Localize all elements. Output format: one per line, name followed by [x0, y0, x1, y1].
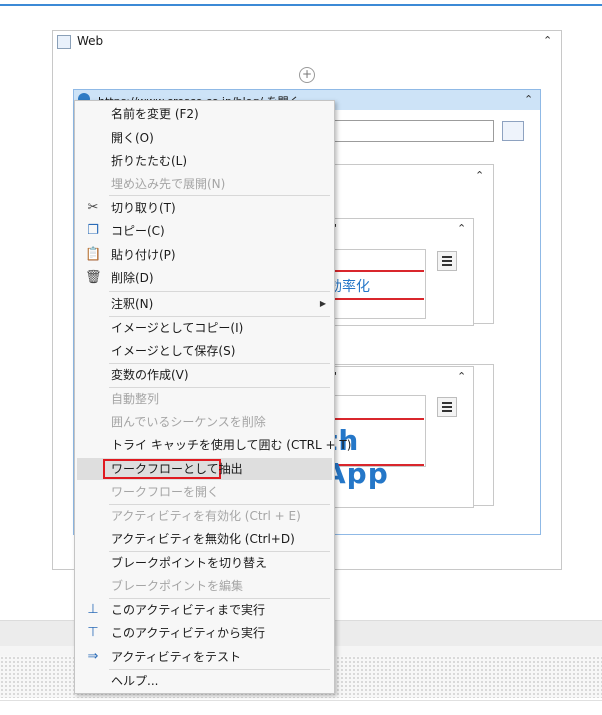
- menu-item-auto-arrange: 自動整列: [111, 392, 160, 406]
- menu-item-copy[interactable]: ❐ コピー(C): [77, 220, 332, 242]
- collapse-chevron-icon[interactable]: ⌃: [457, 222, 466, 235]
- sequence-title: Web: [77, 34, 104, 48]
- menu-item-cut[interactable]: ✂ 切り取り(T): [77, 197, 332, 219]
- menu-item-disable-activity[interactable]: アクティビティを無効化 (Ctrl+D): [77, 528, 332, 550]
- menu-item-extract-as-workflow[interactable]: ワークフローとして抽出: [77, 458, 332, 480]
- menu-item-edit-breakpoint: ブレークポイントを編集: [111, 579, 244, 593]
- add-activity-plus-icon[interactable]: +: [299, 67, 315, 83]
- menu-icon[interactable]: [437, 251, 457, 271]
- menu-item-delete[interactable]: 🗑 削除(D): [77, 267, 332, 289]
- submenu-arrow-icon: ▶: [319, 299, 326, 308]
- menu-item-open[interactable]: 開く(O): [77, 127, 332, 149]
- collapse-chevron-icon[interactable]: ⌃: [543, 34, 552, 47]
- menu-item-copy-as-image[interactable]: イメージとしてコピー(I): [77, 317, 332, 339]
- url-input[interactable]: [332, 120, 494, 142]
- menu-item-create-variable[interactable]: 変数の作成(V): [77, 364, 332, 386]
- menu-item-expand-in-place: 埋め込み先で展開(N): [111, 177, 226, 191]
- menu-item-test-activity[interactable]: ⇒ アクティビティをテスト: [77, 646, 332, 668]
- menu-item-surround-try-catch[interactable]: トライ キャッチを使用して囲む (CTRL + T): [77, 434, 351, 456]
- copy-icon: ❐: [87, 223, 99, 238]
- menu-item-save-as-image[interactable]: イメージとして保存(S): [77, 340, 332, 362]
- context-menu: 名前を変更 (F2) 開く(O) 折りたたむ(L) 埋め込み先で展開(N) ✂ 切…: [74, 100, 351, 694]
- menu-item-run-to-activity[interactable]: ⊥ このアクティビティまで実行: [77, 599, 332, 621]
- collapse-chevron-icon[interactable]: ⌃: [457, 370, 466, 383]
- paste-icon: 📋: [85, 247, 102, 262]
- scissors-icon: ✂: [87, 200, 99, 215]
- run-to-icon: ⊥: [87, 602, 99, 617]
- browser-picker-button[interactable]: [502, 121, 524, 141]
- status-bar: [0, 700, 602, 715]
- menu-item-run-from-activity[interactable]: ⊤ このアクティビティから実行: [77, 622, 332, 644]
- trash-icon: 🗑: [85, 270, 102, 285]
- menu-item-paste[interactable]: 📋 貼り付け(P): [77, 244, 332, 266]
- menu-item-open-workflow: ワークフローを開く: [111, 485, 220, 499]
- menu-item-rename[interactable]: 名前を変更 (F2): [77, 103, 332, 125]
- menu-icon[interactable]: [437, 397, 457, 417]
- test-activity-icon: ⇒: [87, 649, 99, 664]
- preview-highlight-1: 効率化: [320, 270, 424, 300]
- menu-item-enable-activity: アクティビティを有効化 (Ctrl + E): [111, 509, 301, 523]
- menu-item-annotation[interactable]: 注釈(N) ▶: [77, 293, 332, 315]
- sequence-icon: [57, 35, 71, 49]
- menu-item-help[interactable]: ヘルプ...: [77, 670, 332, 692]
- menu-item-remove-enclosing-sequence: 囲んでいるシーケンスを削除: [111, 415, 266, 429]
- collapse-chevron-icon[interactable]: ⌃: [475, 169, 484, 182]
- collapse-chevron-icon[interactable]: ⌃: [524, 93, 533, 106]
- menu-item-toggle-breakpoint[interactable]: ブレークポイントを切り替え: [77, 552, 332, 574]
- menu-item-collapse[interactable]: 折りたたむ(L): [77, 150, 332, 172]
- run-from-icon: ⊤: [87, 625, 99, 640]
- sequence-header: Web ⌃: [53, 31, 561, 51]
